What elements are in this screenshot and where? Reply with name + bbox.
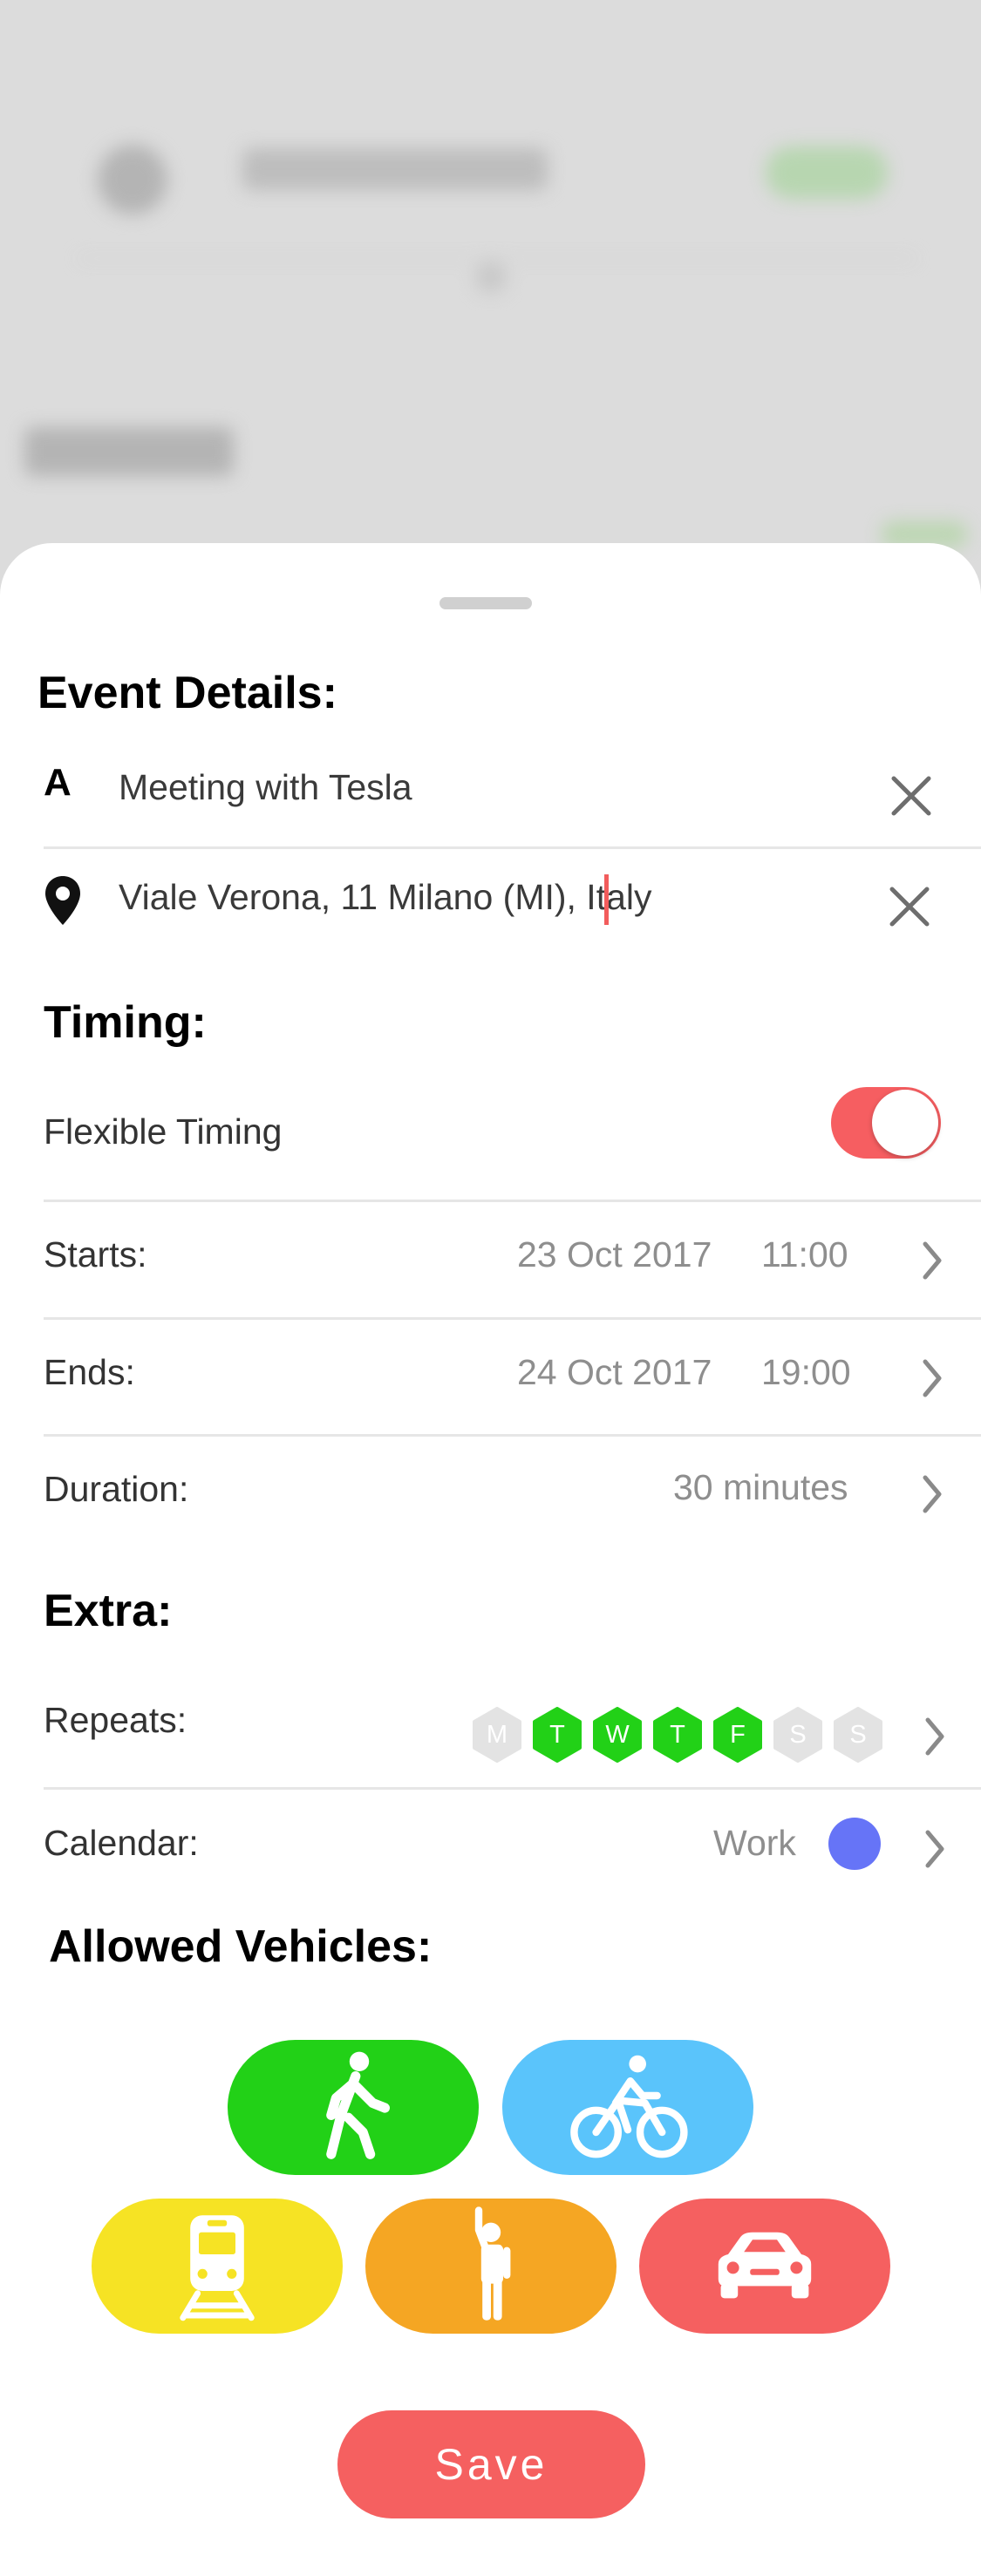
day-active-2[interactable]: W [589, 1707, 645, 1763]
day-letter: F [730, 1720, 746, 1749]
ends-date: 24 Oct 2017 [517, 1352, 712, 1392]
divider [44, 1200, 981, 1202]
flexible-timing-toggle[interactable] [831, 1087, 941, 1159]
taxi-icon [474, 2206, 511, 2321]
starts-label: Starts: [44, 1234, 147, 1274]
day-inactive-6[interactable]: S [830, 1707, 886, 1763]
event-location-input[interactable]: Viale Verona, 11 Milano (MI), Italy [119, 877, 652, 918]
chevron-right-icon [920, 1358, 946, 1398]
day-active-4[interactable]: F [710, 1707, 766, 1763]
divider [44, 1787, 981, 1790]
extra-title: Extra: [44, 1586, 173, 1636]
allowed-vehicles-title: Allowed Vehicles: [49, 1921, 433, 1972]
divider [44, 1434, 981, 1437]
duration-label: Duration: [44, 1469, 189, 1509]
event-name-icon: A [44, 761, 72, 804]
ends-label: Ends: [44, 1352, 135, 1392]
toggle-knob [872, 1090, 938, 1156]
car-icon [718, 2232, 812, 2298]
repeats-label: Repeats: [44, 1700, 187, 1740]
duration-value: 30 minutes [673, 1467, 848, 1507]
divider [44, 1317, 981, 1320]
walk-button[interactable] [228, 2040, 479, 2175]
car-button[interactable] [639, 2199, 890, 2334]
day-letter: T [670, 1720, 685, 1749]
day-letter: M [486, 1720, 508, 1749]
day-active-3[interactable]: T [650, 1707, 705, 1763]
day-letter: S [789, 1720, 807, 1749]
calendar-label: Calendar: [44, 1823, 199, 1863]
event-details-title: Event Details: [37, 668, 337, 718]
chevron-right-icon [920, 1240, 946, 1281]
location-pin-icon [44, 874, 82, 927]
starts-time: 11:00 [761, 1234, 848, 1274]
chevron-right-icon [923, 1829, 949, 1869]
day-letter: S [849, 1720, 867, 1749]
calendar-color-dot [828, 1818, 881, 1870]
day-letter: W [605, 1720, 630, 1749]
event-sheet: Event Details: A Meeting with Tesla Vial… [0, 543, 981, 2576]
chevron-right-icon [920, 1474, 946, 1514]
background-divider [78, 257, 916, 260]
background-avatar [98, 145, 167, 214]
clear-location-icon[interactable] [888, 885, 931, 928]
starts-date: 23 Oct 2017 [517, 1234, 712, 1274]
background-dot [475, 262, 507, 293]
drag-handle[interactable] [439, 597, 532, 609]
clear-name-icon[interactable] [889, 774, 933, 818]
background-title [242, 148, 548, 190]
chevron-right-icon[interactable] [923, 1716, 949, 1757]
calendar-value: Work [713, 1823, 796, 1863]
train-icon [180, 2214, 255, 2321]
flexible-timing-label: Flexible Timing [44, 1111, 283, 1152]
day-active-1[interactable]: T [529, 1707, 585, 1763]
divider [44, 846, 981, 849]
train-button[interactable] [92, 2199, 343, 2334]
background-toggle [766, 146, 888, 199]
taxi-button[interactable] [365, 2199, 617, 2334]
ends-time: 19:00 [761, 1352, 851, 1392]
timing-title: Timing: [44, 997, 207, 1048]
event-name-input[interactable]: Meeting with Tesla [119, 767, 412, 808]
save-button[interactable]: Save [337, 2410, 645, 2518]
day-inactive-5[interactable]: S [770, 1707, 826, 1763]
bike-icon [570, 2055, 688, 2158]
day-inactive-0[interactable]: M [469, 1707, 525, 1763]
day-letter: T [549, 1720, 565, 1749]
bike-button[interactable] [502, 2040, 753, 2175]
text-cursor [604, 874, 609, 925]
walk-icon [326, 2051, 390, 2159]
background-label [24, 427, 234, 476]
